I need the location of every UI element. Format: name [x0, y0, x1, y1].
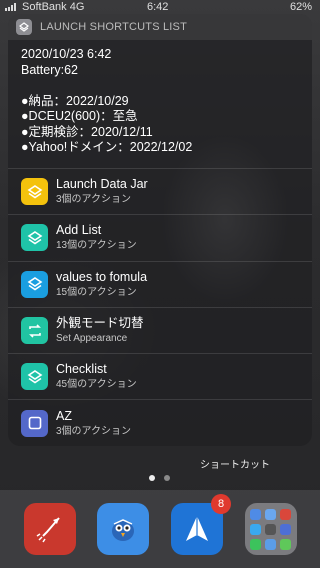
page-dot-active — [149, 475, 155, 481]
paper-plane-icon — [186, 516, 208, 541]
shortcut-list: Launch Data Jar 3個のアクション Add List 13個のアクショ… — [8, 168, 312, 446]
battery-label: 62% — [289, 1, 312, 13]
layers-icon — [21, 363, 48, 391]
shortcut-values-to-fomula[interactable]: values to fomula 15個のアクション — [8, 260, 312, 307]
home-app-label[interactable]: ショートカット — [200, 456, 270, 471]
shortcut-name: Launch Data Jar — [56, 177, 148, 192]
shortcut-name: 外観モード切替 — [56, 316, 144, 331]
layers-icon — [21, 178, 48, 206]
shortcut-name: AZ — [56, 408, 72, 423]
shortcuts-widget: LAUNCH SHORTCUTS LIST 2020/10/23 6:42 Ba… — [8, 14, 312, 446]
info-line: ●Yahoo!ドメイン：2022/12/02 — [21, 140, 193, 154]
info-line: ●定期検診：2020/12/11 — [21, 124, 153, 139]
widget-header[interactable]: LAUNCH SHORTCUTS LIST — [8, 14, 312, 40]
info-line: 2020/10/23 6:42 — [21, 47, 112, 61]
info-line: ●納品：2022/10/29 — [21, 93, 129, 108]
shortcut-add-list[interactable]: Add List 13個のアクション — [8, 214, 312, 260]
notification-badge: 8 — [211, 494, 231, 514]
folder-icon[interactable] — [245, 503, 297, 555]
rocket-app-icon[interactable] — [24, 503, 76, 555]
info-line: Battery:62 — [21, 62, 78, 77]
bird-icon — [112, 519, 134, 541]
shortcut-subtitle: 15個のアクション — [56, 286, 137, 298]
shortcut-appearance-toggle[interactable]: 外観モード切替 Set Appearance — [8, 306, 312, 353]
shortcut-subtitle: 13個のアクション — [56, 240, 137, 252]
shortcuts-app-icon — [16, 19, 32, 35]
rocket-icon — [36, 517, 60, 543]
dock: 8 — [0, 490, 320, 568]
shortcut-subtitle: 45個のアクション — [56, 379, 137, 391]
carrier-label: SoftBank 4G — [22, 1, 85, 13]
signal-icon — [5, 3, 16, 11]
page-indicator[interactable] — [149, 475, 170, 481]
shortcut-checklist[interactable]: Checklist 45個のアクション — [8, 353, 312, 399]
layers-icon — [21, 270, 48, 298]
widget-info: 2020/10/23 6:42 Battery:62 ●納品：2022/10/2… — [8, 40, 312, 156]
shortcut-subtitle: 3個のアクション — [56, 194, 132, 206]
widget-title: LAUNCH SHORTCUTS LIST — [40, 21, 188, 33]
shortcut-name: values to fomula — [56, 269, 148, 284]
shortcut-name: Add List — [56, 223, 102, 238]
square-icon — [21, 409, 48, 437]
shortcut-launch-data-jar[interactable]: Launch Data Jar 3個のアクション — [8, 168, 312, 214]
info-line: ●DCEU2(600)：至急 — [21, 109, 138, 123]
shortcut-subtitle: 3個のアクション — [56, 425, 132, 437]
layers-icon — [21, 224, 48, 252]
paper-plane-app-icon[interactable]: 8 — [171, 494, 231, 555]
shortcut-az[interactable]: AZ 3個のアクション — [8, 399, 312, 445]
cycle-arrows-icon — [21, 317, 48, 345]
page-dot — [164, 475, 170, 481]
clock: 6:42 — [147, 1, 169, 13]
shortcut-name: Checklist — [56, 362, 107, 377]
bird-app-icon[interactable] — [97, 503, 149, 555]
shortcut-subtitle: Set Appearance — [56, 333, 128, 345]
